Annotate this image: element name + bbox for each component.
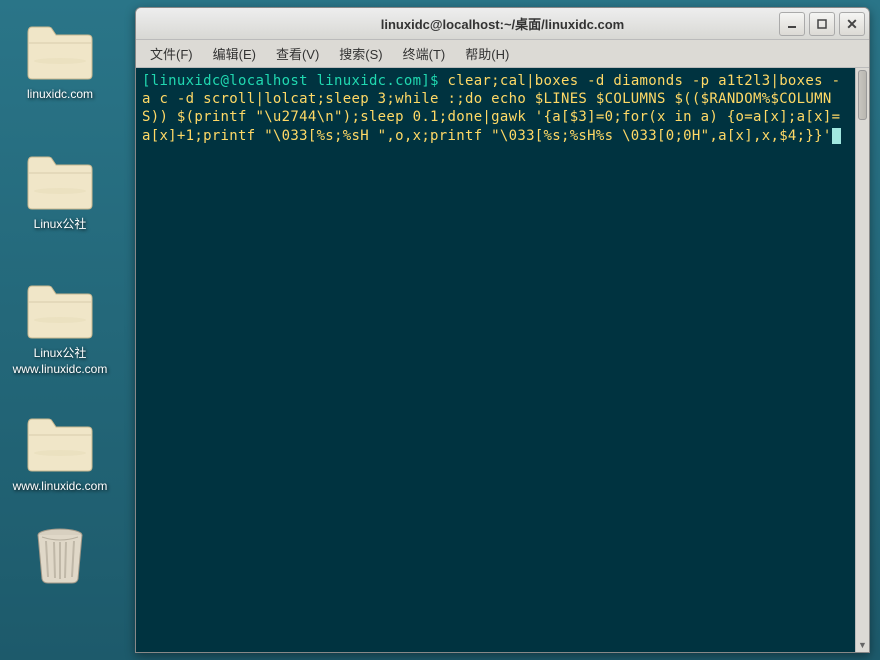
desktop-icon-trash[interactable] [0,520,120,598]
close-icon: ✕ [846,16,858,33]
window-title: linuxidc@localhost:~/桌面/linuxidc.com [381,14,624,33]
folder-icon [24,149,96,213]
icon-label: www.linuxidc.com [13,479,108,495]
cursor [832,128,841,144]
titlebar[interactable]: linuxidc@localhost:~/桌面/linuxidc.com ✕ [136,8,869,40]
terminal-content[interactable]: [linuxidc@localhost linuxidc.com]$ clear… [136,68,855,652]
desktop: linuxidc.com Linux公社 Linux公社 www.linuxid… [0,0,130,660]
shell-prompt: [linuxidc@localhost linuxidc.com]$ [142,73,448,89]
minimize-button[interactable] [779,12,805,36]
icon-label: Linux公社 www.linuxidc.com [5,346,115,377]
folder-icon [24,278,96,342]
maximize-button[interactable] [809,12,835,36]
menu-file[interactable]: 文件(F) [144,40,199,67]
menu-edit[interactable]: 编辑(E) [207,40,262,67]
menu-search[interactable]: 搜索(S) [333,40,388,67]
menu-help[interactable]: 帮助(H) [459,40,515,67]
menu-terminal[interactable]: 终端(T) [397,40,452,67]
scrollbar-thumb[interactable] [858,70,867,120]
maximize-icon [817,19,827,29]
menu-view[interactable]: 查看(V) [270,40,325,67]
terminal-area: [linuxidc@localhost linuxidc.com]$ clear… [136,68,869,652]
minimize-icon [787,19,797,29]
desktop-icon-folder[interactable]: linuxidc.com [0,14,120,108]
icon-label: linuxidc.com [27,87,93,103]
desktop-icon-folder[interactable]: Linux公社 [0,144,120,238]
window-controls: ✕ [779,12,865,36]
folder-icon [24,19,96,83]
trash-icon [28,525,92,589]
folder-icon [24,411,96,475]
desktop-icon-folder[interactable]: www.linuxidc.com [0,406,120,500]
close-button[interactable]: ✕ [839,12,865,36]
desktop-icon-folder[interactable]: Linux公社 www.linuxidc.com [0,273,120,382]
scrollbar-arrow-down[interactable]: ▼ [856,638,869,652]
icon-label: Linux公社 [34,217,87,233]
menubar: 文件(F) 编辑(E) 查看(V) 搜索(S) 终端(T) 帮助(H) [136,40,869,68]
scrollbar[interactable]: ▼ [855,68,869,652]
terminal-window: linuxidc@localhost:~/桌面/linuxidc.com ✕ 文… [135,7,870,653]
